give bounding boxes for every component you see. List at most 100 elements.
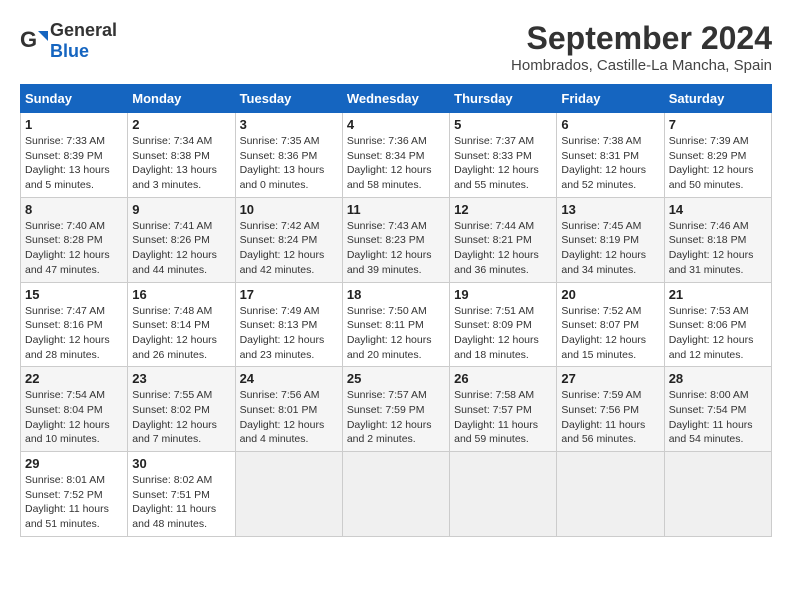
logo-general-text: General <box>50 20 117 40</box>
day-number: 1 <box>25 117 123 132</box>
table-row: 12 Sunrise: 7:44 AM Sunset: 8:21 PM Dayl… <box>450 197 557 282</box>
col-wednesday: Wednesday <box>342 85 449 113</box>
day-detail: Sunrise: 7:56 AM Sunset: 8:01 PM Dayligh… <box>240 388 338 447</box>
table-row: 28 Sunrise: 8:00 AM Sunset: 7:54 PM Dayl… <box>664 367 771 452</box>
day-detail: Sunrise: 7:37 AM Sunset: 8:33 PM Dayligh… <box>454 134 552 193</box>
table-row: 5 Sunrise: 7:37 AM Sunset: 8:33 PM Dayli… <box>450 113 557 198</box>
table-row: 1 Sunrise: 7:33 AM Sunset: 8:39 PM Dayli… <box>21 113 128 198</box>
day-detail: Sunrise: 7:51 AM Sunset: 8:09 PM Dayligh… <box>454 304 552 363</box>
page-header: G General Blue September 2024 Hombrados,… <box>20 20 772 74</box>
title-block: September 2024 Hombrados, Castille-La Ma… <box>511 20 772 74</box>
day-detail: Sunrise: 7:57 AM Sunset: 7:59 PM Dayligh… <box>347 388 445 447</box>
day-detail: Sunrise: 7:54 AM Sunset: 8:04 PM Dayligh… <box>25 388 123 447</box>
table-row: 11 Sunrise: 7:43 AM Sunset: 8:23 PM Dayl… <box>342 197 449 282</box>
table-row: 30 Sunrise: 8:02 AM Sunset: 7:51 PM Dayl… <box>128 452 235 537</box>
day-detail: Sunrise: 7:40 AM Sunset: 8:28 PM Dayligh… <box>25 219 123 278</box>
day-number: 23 <box>132 371 230 386</box>
table-row: 6 Sunrise: 7:38 AM Sunset: 8:31 PM Dayli… <box>557 113 664 198</box>
day-number: 7 <box>669 117 767 132</box>
table-row: 4 Sunrise: 7:36 AM Sunset: 8:34 PM Dayli… <box>342 113 449 198</box>
day-detail: Sunrise: 7:52 AM Sunset: 8:07 PM Dayligh… <box>561 304 659 363</box>
table-row <box>557 452 664 537</box>
col-monday: Monday <box>128 85 235 113</box>
day-number: 10 <box>240 202 338 217</box>
day-detail: Sunrise: 7:41 AM Sunset: 8:26 PM Dayligh… <box>132 219 230 278</box>
month-title: September 2024 <box>511 20 772 57</box>
day-detail: Sunrise: 7:35 AM Sunset: 8:36 PM Dayligh… <box>240 134 338 193</box>
logo: G General Blue <box>20 20 117 62</box>
col-saturday: Saturday <box>664 85 771 113</box>
day-number: 29 <box>25 456 123 471</box>
calendar-table: Sunday Monday Tuesday Wednesday Thursday… <box>20 84 772 537</box>
table-row: 13 Sunrise: 7:45 AM Sunset: 8:19 PM Dayl… <box>557 197 664 282</box>
day-number: 20 <box>561 287 659 302</box>
table-row <box>342 452 449 537</box>
day-detail: Sunrise: 7:48 AM Sunset: 8:14 PM Dayligh… <box>132 304 230 363</box>
day-number: 26 <box>454 371 552 386</box>
table-row: 25 Sunrise: 7:57 AM Sunset: 7:59 PM Dayl… <box>342 367 449 452</box>
calendar-week-row: 29 Sunrise: 8:01 AM Sunset: 7:52 PM Dayl… <box>21 452 772 537</box>
table-row <box>450 452 557 537</box>
day-detail: Sunrise: 7:50 AM Sunset: 8:11 PM Dayligh… <box>347 304 445 363</box>
table-row: 3 Sunrise: 7:35 AM Sunset: 8:36 PM Dayli… <box>235 113 342 198</box>
day-number: 21 <box>669 287 767 302</box>
day-detail: Sunrise: 7:58 AM Sunset: 7:57 PM Dayligh… <box>454 388 552 447</box>
col-sunday: Sunday <box>21 85 128 113</box>
calendar-week-row: 8 Sunrise: 7:40 AM Sunset: 8:28 PM Dayli… <box>21 197 772 282</box>
day-number: 22 <box>25 371 123 386</box>
table-row: 7 Sunrise: 7:39 AM Sunset: 8:29 PM Dayli… <box>664 113 771 198</box>
day-number: 14 <box>669 202 767 217</box>
table-row: 29 Sunrise: 8:01 AM Sunset: 7:52 PM Dayl… <box>21 452 128 537</box>
day-detail: Sunrise: 7:46 AM Sunset: 8:18 PM Dayligh… <box>669 219 767 278</box>
day-detail: Sunrise: 7:59 AM Sunset: 7:56 PM Dayligh… <box>561 388 659 447</box>
table-row <box>664 452 771 537</box>
day-detail: Sunrise: 7:34 AM Sunset: 8:38 PM Dayligh… <box>132 134 230 193</box>
day-number: 6 <box>561 117 659 132</box>
day-number: 8 <box>25 202 123 217</box>
day-number: 18 <box>347 287 445 302</box>
day-detail: Sunrise: 7:42 AM Sunset: 8:24 PM Dayligh… <box>240 219 338 278</box>
day-number: 12 <box>454 202 552 217</box>
day-detail: Sunrise: 8:01 AM Sunset: 7:52 PM Dayligh… <box>25 473 123 532</box>
day-detail: Sunrise: 8:00 AM Sunset: 7:54 PM Dayligh… <box>669 388 767 447</box>
table-row <box>235 452 342 537</box>
table-row: 15 Sunrise: 7:47 AM Sunset: 8:16 PM Dayl… <box>21 282 128 367</box>
day-detail: Sunrise: 7:53 AM Sunset: 8:06 PM Dayligh… <box>669 304 767 363</box>
table-row: 9 Sunrise: 7:41 AM Sunset: 8:26 PM Dayli… <box>128 197 235 282</box>
day-number: 13 <box>561 202 659 217</box>
table-row: 22 Sunrise: 7:54 AM Sunset: 8:04 PM Dayl… <box>21 367 128 452</box>
logo-blue-text: Blue <box>50 41 89 61</box>
calendar-week-row: 22 Sunrise: 7:54 AM Sunset: 8:04 PM Dayl… <box>21 367 772 452</box>
day-number: 3 <box>240 117 338 132</box>
calendar-week-row: 1 Sunrise: 7:33 AM Sunset: 8:39 PM Dayli… <box>21 113 772 198</box>
day-number: 28 <box>669 371 767 386</box>
table-row: 24 Sunrise: 7:56 AM Sunset: 8:01 PM Dayl… <box>235 367 342 452</box>
day-detail: Sunrise: 7:55 AM Sunset: 8:02 PM Dayligh… <box>132 388 230 447</box>
day-number: 27 <box>561 371 659 386</box>
day-number: 4 <box>347 117 445 132</box>
day-number: 11 <box>347 202 445 217</box>
calendar-week-row: 15 Sunrise: 7:47 AM Sunset: 8:16 PM Dayl… <box>21 282 772 367</box>
col-tuesday: Tuesday <box>235 85 342 113</box>
day-number: 5 <box>454 117 552 132</box>
calendar-header-row: Sunday Monday Tuesday Wednesday Thursday… <box>21 85 772 113</box>
table-row: 20 Sunrise: 7:52 AM Sunset: 8:07 PM Dayl… <box>557 282 664 367</box>
day-number: 25 <box>347 371 445 386</box>
table-row: 19 Sunrise: 7:51 AM Sunset: 8:09 PM Dayl… <box>450 282 557 367</box>
day-detail: Sunrise: 7:47 AM Sunset: 8:16 PM Dayligh… <box>25 304 123 363</box>
table-row: 17 Sunrise: 7:49 AM Sunset: 8:13 PM Dayl… <box>235 282 342 367</box>
table-row: 8 Sunrise: 7:40 AM Sunset: 8:28 PM Dayli… <box>21 197 128 282</box>
day-detail: Sunrise: 7:49 AM Sunset: 8:13 PM Dayligh… <box>240 304 338 363</box>
table-row: 16 Sunrise: 7:48 AM Sunset: 8:14 PM Dayl… <box>128 282 235 367</box>
day-number: 2 <box>132 117 230 132</box>
col-friday: Friday <box>557 85 664 113</box>
day-detail: Sunrise: 7:38 AM Sunset: 8:31 PM Dayligh… <box>561 134 659 193</box>
location: Hombrados, Castille-La Mancha, Spain <box>511 57 772 74</box>
day-detail: Sunrise: 7:33 AM Sunset: 8:39 PM Dayligh… <box>25 134 123 193</box>
day-detail: Sunrise: 7:39 AM Sunset: 8:29 PM Dayligh… <box>669 134 767 193</box>
table-row: 18 Sunrise: 7:50 AM Sunset: 8:11 PM Dayl… <box>342 282 449 367</box>
day-number: 16 <box>132 287 230 302</box>
day-detail: Sunrise: 7:43 AM Sunset: 8:23 PM Dayligh… <box>347 219 445 278</box>
col-thursday: Thursday <box>450 85 557 113</box>
table-row: 21 Sunrise: 7:53 AM Sunset: 8:06 PM Dayl… <box>664 282 771 367</box>
